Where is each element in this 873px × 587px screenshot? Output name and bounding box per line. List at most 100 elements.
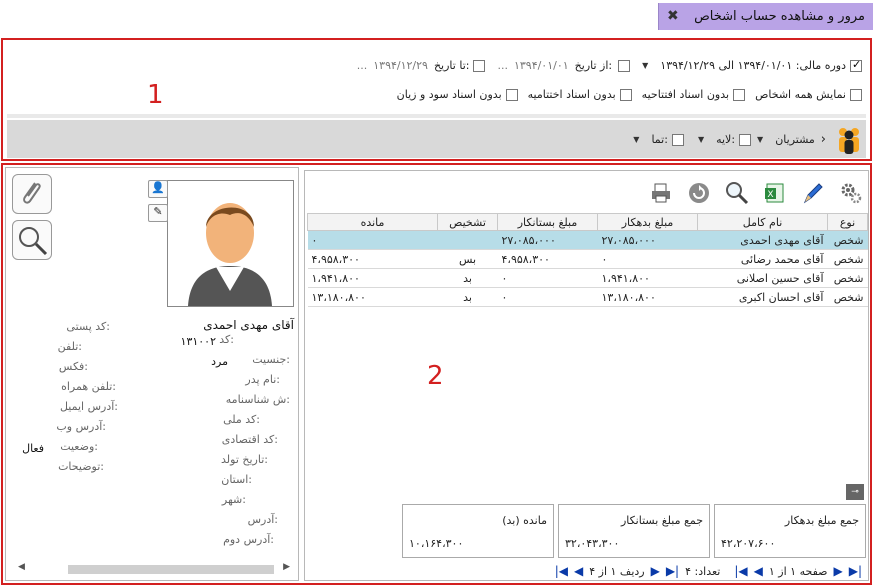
from-date-picker-button[interactable]: ... [497, 59, 508, 72]
print-icon[interactable] [648, 180, 674, 206]
province-label: استان: [221, 473, 252, 486]
code-value: ۱۳۱۰۰۲ [180, 335, 216, 348]
period-checkbox[interactable] [850, 58, 862, 72]
cell-type: شخص [827, 268, 868, 288]
balance-value: ۱۰،۱۶۴،۳۰۰ [409, 537, 464, 550]
svg-text:X: X [767, 190, 773, 200]
cell-status [437, 230, 498, 250]
cell-credit: ۲۷،۰۸۵،۰۰۰ [497, 230, 598, 250]
cell-debit: ۱،۹۴۱،۸۰۰ [597, 268, 698, 288]
window-title-bar: مرور و مشاهده حساب اشخاص ✖ [658, 3, 873, 30]
notes-label: توضیحات: [58, 460, 104, 473]
pin-icon[interactable]: ⊸ [846, 484, 864, 500]
from-date-field[interactable]: ۱۳۹۴/۰۱/۰۱ [514, 59, 569, 72]
phone-label: تلفن: [57, 340, 82, 353]
scroll-left-icon[interactable]: ◀ [18, 562, 25, 572]
col-debit[interactable]: مبلغ بدهکار [597, 213, 698, 231]
group-dropdown-icon[interactable]: ▼ [757, 135, 763, 144]
edit-photo-icon[interactable]: ✎ [148, 204, 168, 222]
scrollbar-thumb[interactable] [68, 565, 274, 574]
to-date-field[interactable]: ۱۳۹۴/۱۲/۲۹ [373, 59, 428, 72]
col-status[interactable]: تشخیص [437, 213, 498, 231]
balance-box: مانده (بد) ۱۰،۱۶۴،۳۰۰ [402, 504, 554, 558]
from-date-label: از تاریخ: [574, 59, 613, 72]
no-opening-checkbox[interactable] [733, 88, 746, 101]
postal-code-label: کد پستی: [66, 320, 110, 333]
total-credit-value: ۳۲،۰۴۳،۳۰۰ [565, 537, 620, 550]
cell-balance: ۱۳،۱۸۰،۸۰۰ [307, 287, 438, 307]
show-all-checkbox[interactable] [850, 88, 862, 101]
cell-debit: ۰ [597, 249, 698, 269]
refresh-icon[interactable] [686, 180, 712, 206]
economic-code-label: کد اقتصادی: [221, 433, 278, 446]
filter-area: دوره مالی: ۱۳۹۴/۰۱/۰۱ الی ۱۳۹۴/۱۲/۲۹ ▼ ا… [7, 42, 866, 110]
cell-balance: ۰ [307, 230, 438, 250]
total-debit-label: جمع مبلغ بدهکار [784, 514, 859, 527]
avatar [167, 180, 294, 307]
filter-row-dates: دوره مالی: ۱۳۹۴/۰۱/۰۱ الی ۱۳۹۴/۱۲/۲۹ ▼ ا… [351, 58, 862, 72]
col-credit[interactable]: مبلغ بستانکار [497, 213, 598, 231]
no-closing-checkbox[interactable] [619, 88, 632, 101]
settings-gear-icon[interactable] [838, 180, 864, 206]
no-pl-checkbox[interactable] [505, 88, 518, 101]
to-date-picker-button[interactable]: ... [357, 59, 368, 72]
no-opening-label: بدون اسناد افتتاحیه [641, 88, 730, 101]
cell-status: بد [437, 268, 498, 288]
callout-1: 1 [147, 80, 164, 110]
search-icon[interactable] [724, 180, 750, 206]
show-all-label: نمایش همه اشخاص [755, 88, 846, 101]
person-icon[interactable]: 👤 [148, 180, 168, 198]
col-type[interactable]: نوع [827, 213, 868, 231]
last-page-icon[interactable]: |◀ [734, 564, 747, 578]
first-row-icon[interactable]: ▶| [666, 564, 679, 578]
attachment-icon[interactable] [12, 174, 52, 214]
filter-section: دوره مالی: ۱۳۹۴/۰۱/۰۱ الی ۱۳۹۴/۱۲/۲۹ ▼ ا… [1, 38, 872, 161]
cell-credit: ۰ [497, 268, 598, 288]
cell-status: بد [437, 287, 498, 307]
period-dropdown-icon[interactable]: ▼ [642, 61, 648, 70]
no-closing-label: بدون اسناد اختتامیه [527, 88, 616, 101]
table-row[interactable]: شخص آقای احسان اکبری ۱۳،۱۸۰،۸۰۰ ۰ بد ۱۳،… [307, 287, 868, 307]
total-credit-label: جمع مبلغ بستانکار [620, 514, 703, 527]
layer-dropdown-icon[interactable]: ▼ [698, 135, 704, 144]
next-row-icon[interactable]: ▶ [651, 564, 660, 578]
cell-name: آقای احسان اکبری [697, 287, 828, 307]
city-label: شهر: [221, 493, 246, 506]
table-row[interactable]: شخص آقای محمد رضائی ۰ ۴،۹۵۸،۳۰۰ بس ۴،۹۵۸… [307, 249, 868, 269]
prev-page-icon[interactable]: ◀ [754, 564, 763, 578]
close-icon[interactable]: ✖ [667, 8, 679, 24]
layer-label: لایه: [716, 133, 736, 146]
cell-name: آقای مهدی احمدی [697, 230, 828, 250]
first-page-icon[interactable]: ▶| [849, 564, 862, 578]
from-date-checkbox[interactable] [618, 59, 631, 72]
code-label: کد: [219, 333, 234, 346]
detail-scrollbar[interactable]: ◀ ▶ [12, 562, 290, 576]
gender-label: جنسیت: [252, 353, 290, 366]
search-person-icon[interactable] [12, 220, 52, 260]
next-page-icon[interactable]: ▶ [833, 564, 842, 578]
layer-checkbox[interactable] [739, 133, 752, 146]
edit-pen-icon[interactable] [800, 180, 826, 206]
prev-row-icon[interactable]: ◀ [574, 564, 583, 578]
all-checkbox[interactable] [671, 133, 684, 146]
table-row[interactable]: شخص آقای مهدی احمدی ۲۷،۰۸۵،۰۰۰ ۲۷،۰۸۵،۰۰… [307, 230, 868, 250]
gender-value: مرد [211, 355, 228, 368]
person-name: آقای مهدی احمدی [203, 318, 294, 332]
group-selector[interactable]: مشتریان [775, 133, 815, 146]
chevron-right-icon[interactable]: › [821, 132, 826, 147]
callout-2: 2 [427, 361, 444, 391]
excel-export-icon[interactable]: X [762, 180, 788, 206]
total-credit-box: جمع مبلغ بستانکار ۳۲،۰۴۳،۳۰۰ [558, 504, 710, 558]
col-name[interactable]: نام کامل [697, 213, 828, 231]
to-date-checkbox[interactable] [473, 59, 486, 72]
col-balance[interactable]: مانده [307, 213, 438, 231]
cell-status: بس [437, 249, 498, 269]
last-row-icon[interactable]: |◀ [555, 564, 568, 578]
status-label: وضعیت: [60, 440, 98, 453]
cell-type: شخص [827, 230, 868, 250]
scroll-right-icon[interactable]: ▶ [283, 562, 290, 572]
page-indicator: صفحه ۱ از ۱ [768, 564, 828, 578]
website-label: آدرس وب: [56, 420, 106, 433]
all-dropdown-icon[interactable]: ▼ [633, 135, 639, 144]
table-row[interactable]: شخص آقای حسین اصلانی ۱،۹۴۱،۸۰۰ ۰ بد ۱،۹۴… [307, 268, 868, 288]
